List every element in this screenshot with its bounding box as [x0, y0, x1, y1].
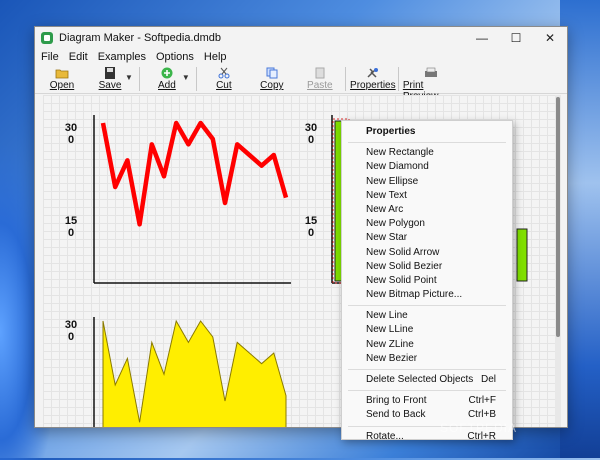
menu-item-shortcut: Ctrl+F	[468, 395, 497, 407]
menu-examples[interactable]: Examples	[96, 51, 148, 63]
menu-item-label: Bring to Front	[366, 395, 427, 407]
maximize-button[interactable]: ☐	[499, 31, 533, 45]
printer-icon	[424, 67, 437, 77]
clipboard-icon	[315, 67, 325, 79]
menu-help[interactable]: Help	[202, 51, 229, 63]
scrollbar-thumb[interactable]	[556, 97, 560, 337]
menu-item-new-arc[interactable]: New Arc	[342, 203, 512, 217]
save-label: Save	[98, 80, 122, 91]
scissors-icon	[218, 67, 230, 79]
open-label: Open	[49, 80, 75, 91]
menu-separator	[348, 142, 506, 144]
bar-chart-y-mid-label: 15 0	[304, 215, 318, 239]
copy-label: Copy	[260, 80, 284, 91]
menu-edit[interactable]: Edit	[67, 51, 90, 63]
menu-item-new-star[interactable]: New Star	[342, 231, 512, 245]
area-chart-series[interactable]	[102, 319, 287, 427]
save-dropdown-icon[interactable]: ▼	[125, 73, 133, 82]
menu-item-new-bitmap-picture[interactable]: New Bitmap Picture...	[342, 288, 512, 302]
menu-item-new-solid-arrow[interactable]: New Solid Arrow	[342, 246, 512, 260]
window-title: Diagram Maker - Softpedia.dmdb	[59, 32, 222, 44]
menu-item-delete-selected[interactable]: Delete Selected Objects Del	[342, 373, 512, 387]
area-chart-y-top-label: 30 0	[64, 319, 78, 343]
menu-item-bring-to-front[interactable]: Bring to Front Ctrl+F	[342, 394, 512, 408]
folder-icon	[55, 69, 69, 79]
line-chart-series[interactable]	[100, 120, 289, 227]
toolbar-separator	[138, 67, 140, 91]
vertical-scrollbar[interactable]	[555, 95, 561, 427]
properties-label: Properties	[350, 80, 396, 91]
menu-item-shortcut: Del	[480, 374, 496, 385]
menu-item-new-bezier[interactable]: New Bezier	[342, 352, 512, 366]
toolbar-separator	[344, 67, 346, 91]
menu-item-label: Rotate...	[366, 430, 404, 442]
toolbar-separator	[195, 67, 197, 91]
menu-item-new-zline[interactable]: New ZLine	[342, 338, 512, 352]
properties-button[interactable]: Properties	[350, 65, 396, 91]
menu-options[interactable]: Options	[154, 51, 196, 63]
floppy-icon	[105, 67, 115, 79]
copy-icon	[266, 67, 278, 79]
menu-item-new-solid-bezier[interactable]: New Solid Bezier	[342, 260, 512, 274]
menu-item-new-line[interactable]: New Line	[342, 309, 512, 323]
line-chart-y-top-label: 30 0	[64, 122, 78, 146]
menu-item-label: Send to Back	[366, 409, 426, 421]
open-button[interactable]: Open	[39, 65, 85, 91]
context-menu: Properties New Rectangle New Diamond New…	[341, 120, 513, 442]
cut-label: Cut	[216, 80, 232, 91]
menu-item-new-text[interactable]: New Text	[342, 189, 512, 203]
menu-item-new-solid-point[interactable]: New Solid Point	[342, 274, 512, 288]
paste-button[interactable]: Paste	[297, 65, 343, 91]
menu-item-new-ellipse[interactable]: New Ellipse	[342, 175, 512, 189]
line-chart-y-mid-label: 15 0	[64, 215, 78, 239]
menu-separator	[348, 390, 506, 392]
toolbar: Open Save ▼ Add ▼ Cut Copy Paste Propert…	[35, 65, 567, 102]
plus-circle-icon	[161, 67, 173, 79]
menu-separator	[348, 369, 506, 370]
title-bar[interactable]: Diagram Maker - Softpedia.dmdb — ☐ ✕	[35, 27, 567, 49]
add-label: Add	[158, 80, 176, 91]
menu-bar: File Edit Examples Options Help	[35, 49, 567, 65]
cut-button[interactable]: Cut	[201, 65, 247, 91]
menu-item-new-polygon[interactable]: New Polygon	[342, 217, 512, 231]
menu-item-label: Delete Selected Objects	[366, 374, 474, 385]
menu-file[interactable]: File	[39, 51, 61, 63]
app-icon	[41, 32, 53, 44]
copy-button[interactable]: Copy	[249, 65, 295, 91]
paste-label: Paste	[307, 80, 333, 91]
bar-chart-bar[interactable]	[516, 228, 528, 282]
minimize-button[interactable]: —	[465, 31, 499, 45]
menu-item-new-lline[interactable]: New LLine	[342, 323, 512, 337]
bar-chart-y-top-label: 30 0	[304, 122, 318, 146]
tools-icon	[367, 68, 378, 78]
menu-separator	[348, 305, 506, 307]
menu-item-new-rectangle[interactable]: New Rectangle	[342, 146, 512, 160]
menu-item-new-diamond[interactable]: New Diamond	[342, 160, 512, 174]
softpedia-watermark: SOFTPEDIA	[440, 421, 518, 435]
add-dropdown-icon[interactable]: ▼	[182, 73, 190, 82]
menu-item-properties[interactable]: Properties	[342, 125, 512, 139]
toolbar-separator	[397, 67, 399, 91]
close-button[interactable]: ✕	[533, 31, 567, 45]
